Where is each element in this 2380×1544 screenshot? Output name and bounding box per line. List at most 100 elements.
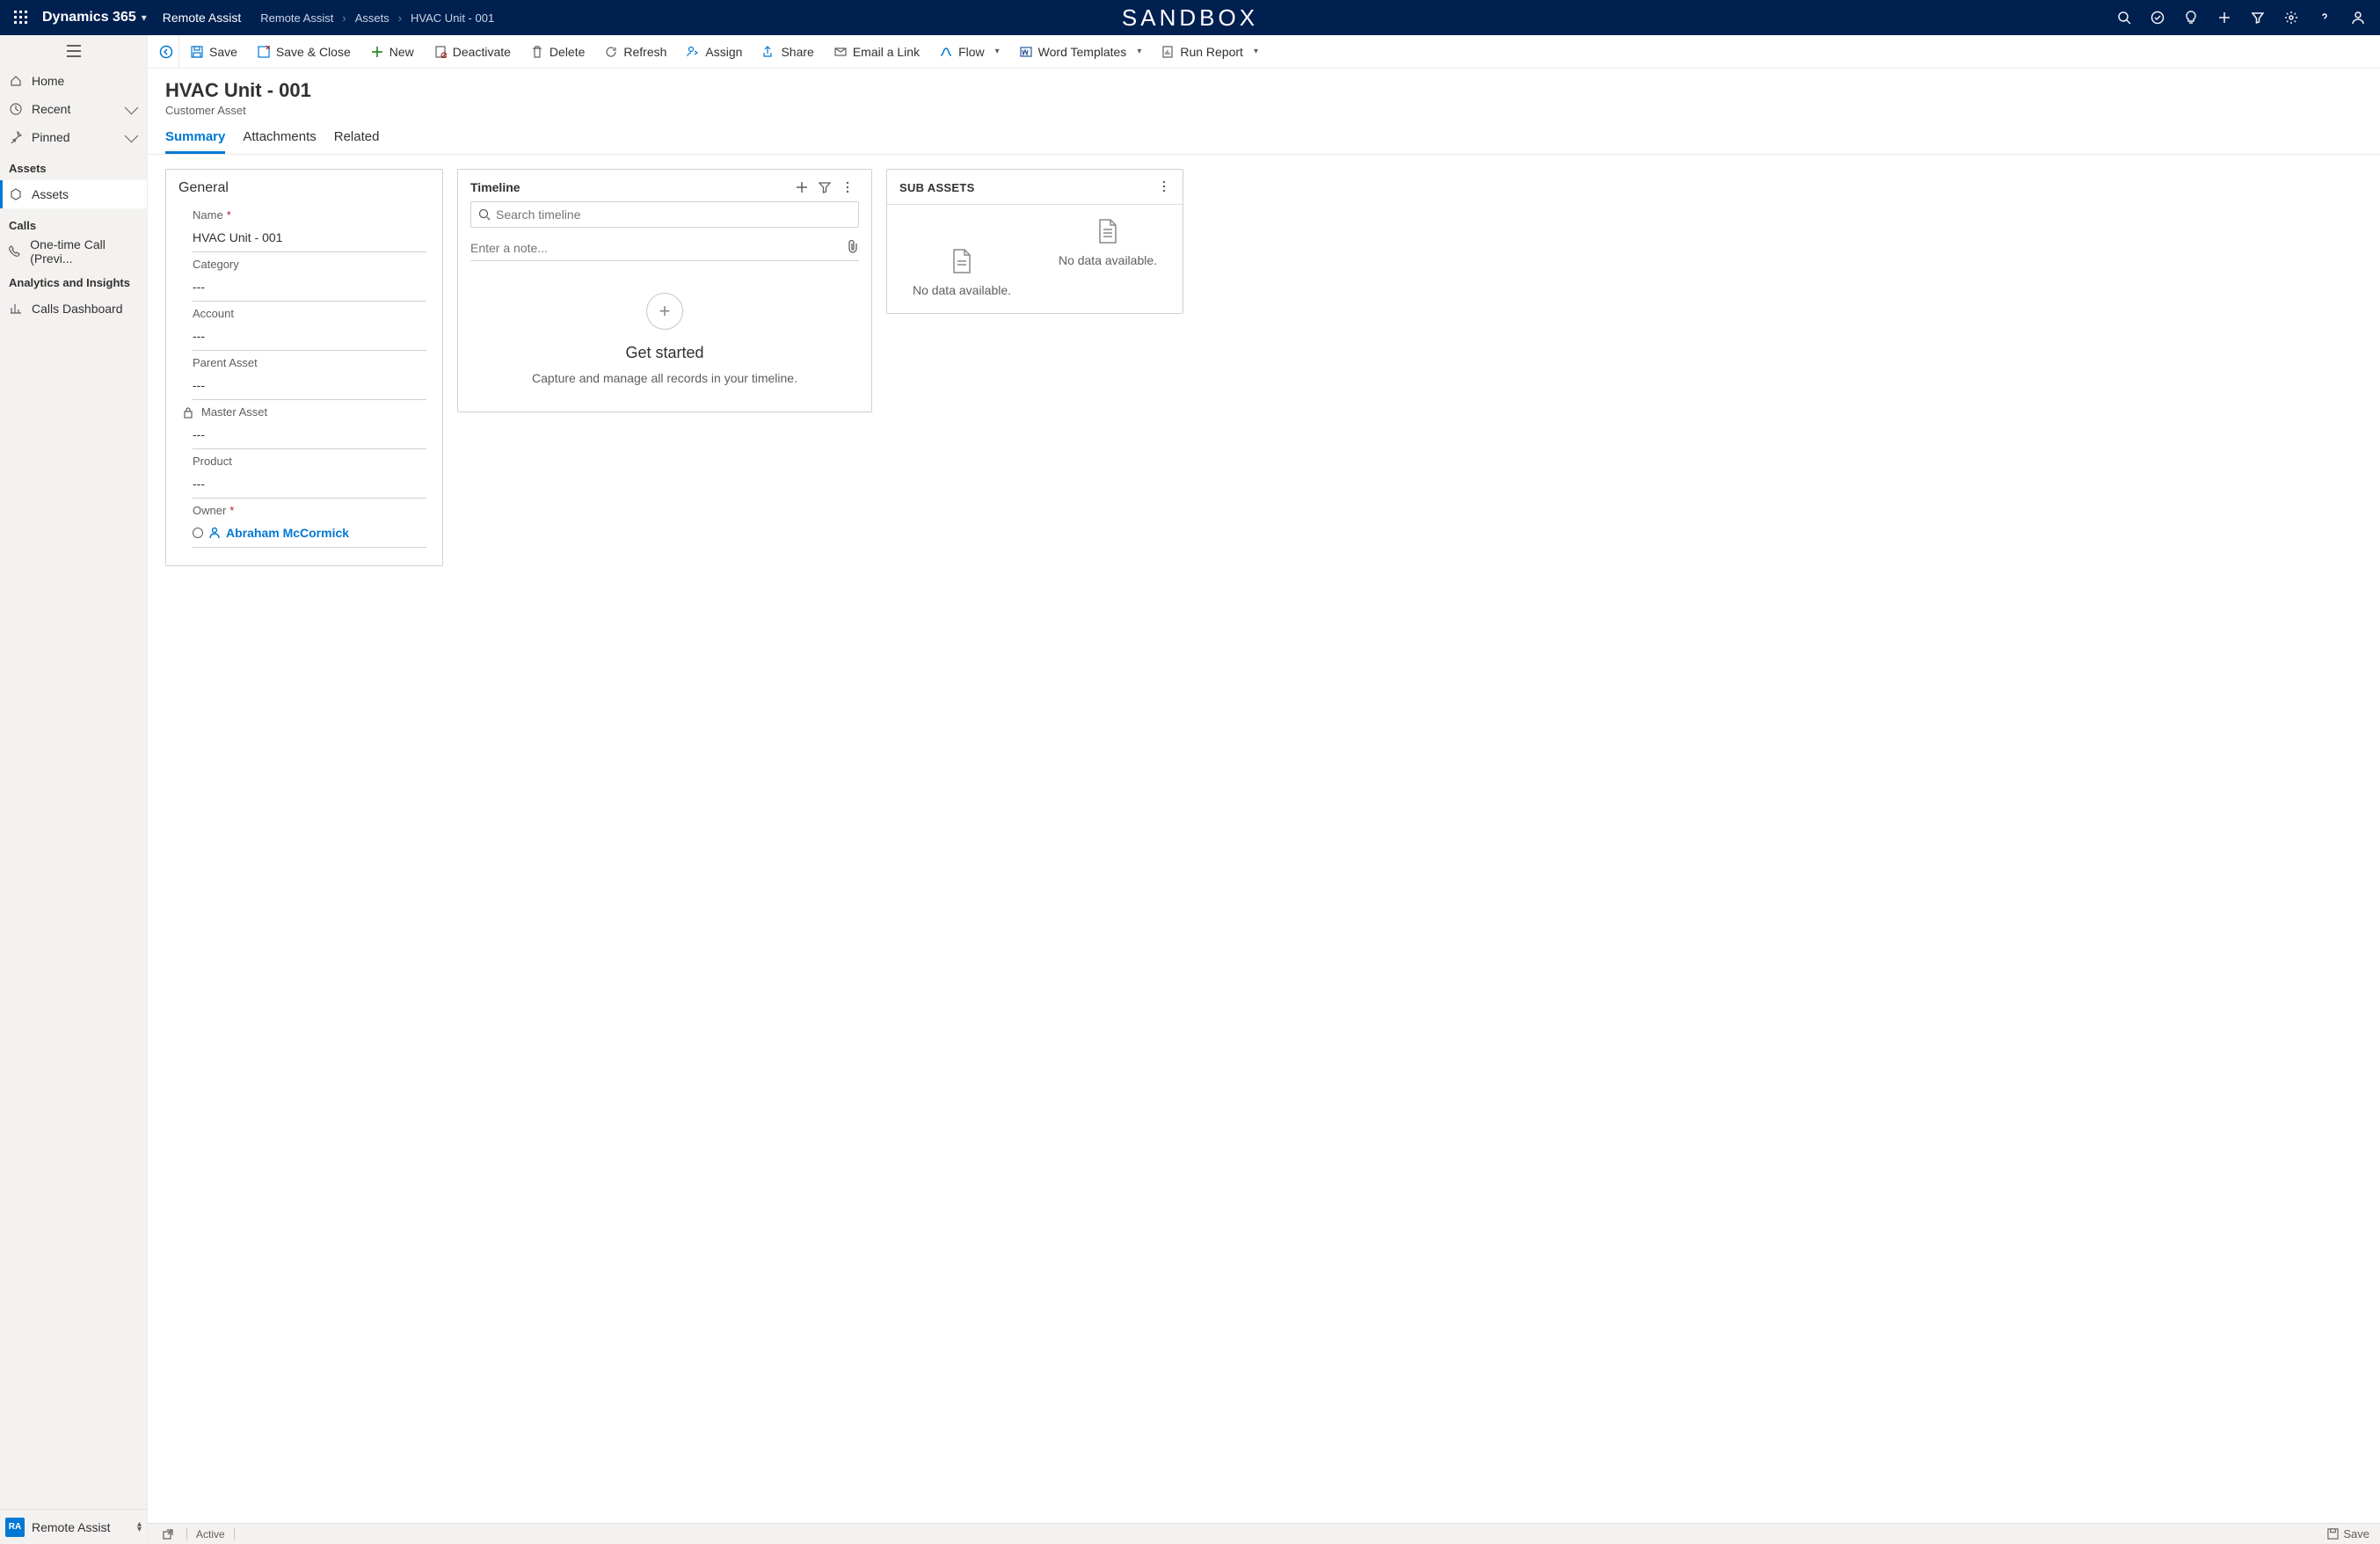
gear-icon[interactable] xyxy=(2276,3,2306,33)
pin-icon xyxy=(9,131,23,143)
plus-circle-icon[interactable]: + xyxy=(646,293,683,330)
nodata-text: No data available. xyxy=(899,283,1024,297)
nav-label: Home xyxy=(32,74,64,88)
nav-group-analytics: Analytics and Insights xyxy=(0,266,147,295)
attach-icon[interactable] xyxy=(847,239,859,256)
cmd-label: Delete xyxy=(550,45,585,59)
assign-button[interactable]: Assign xyxy=(677,35,751,68)
brand[interactable]: Dynamics 365 xyxy=(42,10,136,25)
help-icon[interactable] xyxy=(2310,3,2340,33)
timeline-empty: + Get started Capture and manage all rec… xyxy=(458,261,871,394)
divider xyxy=(234,1528,235,1540)
category-label: Category xyxy=(193,258,426,271)
save-close-button[interactable]: Save & Close xyxy=(248,35,360,68)
cmd-label: Assign xyxy=(705,45,742,59)
nav-one-time-call[interactable]: One-time Call (Previ... xyxy=(0,237,147,266)
timeline-title: Timeline xyxy=(470,180,790,194)
nav-label: Pinned xyxy=(32,130,70,144)
top-nav: Dynamics 365 ▾ Remote Assist Remote Assi… xyxy=(0,0,2380,35)
refresh-icon xyxy=(604,45,618,59)
sub-assets-col: No data available. xyxy=(1045,219,1170,267)
file-icon xyxy=(1097,219,1118,244)
updown-icon: ▴▾ xyxy=(137,1522,142,1533)
save-button[interactable]: Save xyxy=(181,35,246,68)
tab-attachments[interactable]: Attachments xyxy=(243,129,316,154)
cmd-label: Share xyxy=(781,45,813,59)
lightbulb-icon[interactable] xyxy=(2176,3,2206,33)
flow-button[interactable]: Flow▾ xyxy=(930,35,1008,68)
cmd-label: Run Report xyxy=(1180,45,1243,59)
page-title: HVAC Unit - 001 xyxy=(165,79,2362,102)
nav-home[interactable]: Home xyxy=(0,67,147,95)
refresh-button[interactable]: Refresh xyxy=(595,35,675,68)
home-icon xyxy=(9,75,23,87)
popout-icon[interactable] xyxy=(158,1529,178,1540)
product-field[interactable]: --- xyxy=(193,471,426,499)
filter-icon[interactable] xyxy=(2243,3,2273,33)
more-icon[interactable] xyxy=(836,181,859,193)
required-indicator: * xyxy=(227,208,231,222)
run-report-button[interactable]: Run Report ▾ xyxy=(1152,35,1267,68)
deactivate-button[interactable]: Deactivate xyxy=(425,35,520,68)
share-button[interactable]: Share xyxy=(753,35,822,68)
app-badge: RA xyxy=(5,1518,25,1537)
flow-icon xyxy=(939,45,953,59)
cmd-label: Refresh xyxy=(623,45,666,59)
master-asset-label: Master Asset xyxy=(201,405,267,419)
filter-icon[interactable] xyxy=(813,181,836,193)
deactivate-icon xyxy=(433,45,448,59)
person-icon xyxy=(208,527,221,539)
crumb-1[interactable]: Assets xyxy=(355,11,389,25)
chevron-right-icon: › xyxy=(398,11,402,25)
tab-summary[interactable]: Summary xyxy=(165,129,225,154)
user-icon[interactable] xyxy=(2343,3,2373,33)
trash-icon xyxy=(530,45,544,59)
nav-app-switcher[interactable]: RA Remote Assist ▴▾ xyxy=(0,1509,147,1544)
nav-assets[interactable]: Assets xyxy=(0,180,147,208)
app-launcher-icon[interactable] xyxy=(7,4,35,32)
save-close-icon xyxy=(257,45,271,59)
timeline-search-input[interactable] xyxy=(496,208,851,222)
assign-icon xyxy=(686,45,700,59)
nav-pinned[interactable]: Pinned xyxy=(0,123,147,151)
note-input[interactable] xyxy=(470,241,847,255)
timeline-search[interactable] xyxy=(470,201,859,228)
nav-label: Assets xyxy=(32,187,69,201)
plus-icon[interactable] xyxy=(2209,3,2239,33)
chevron-down-icon: ▾ xyxy=(1137,47,1141,56)
owner-field[interactable]: Abraham McCormick xyxy=(193,521,426,548)
search-icon[interactable] xyxy=(2109,3,2139,33)
general-title: General xyxy=(166,170,442,203)
word-templates-button[interactable]: Word Templates▾ xyxy=(1010,35,1151,68)
crumb-0[interactable]: Remote Assist xyxy=(260,11,333,25)
search-icon xyxy=(478,208,491,221)
crumb-2[interactable]: HVAC Unit - 001 xyxy=(411,11,494,25)
sub-assets-col: No data available. xyxy=(899,219,1024,297)
add-icon[interactable] xyxy=(790,181,813,193)
hamburger-icon[interactable] xyxy=(0,35,147,67)
app-name[interactable]: Remote Assist xyxy=(163,11,241,25)
account-field[interactable]: --- xyxy=(193,324,426,351)
go-back-icon[interactable] xyxy=(153,35,179,68)
environment-label: SANDBOX xyxy=(1122,4,1258,32)
breadcrumb: Remote Assist › Assets › HVAC Unit - 001 xyxy=(260,11,494,25)
record-subtitle: Customer Asset xyxy=(165,104,2362,117)
more-icon[interactable] xyxy=(1158,180,1170,195)
status-save-button[interactable]: Save xyxy=(2327,1527,2369,1540)
nav-calls-dashboard[interactable]: Calls Dashboard xyxy=(0,295,147,323)
chevron-down-icon: ▾ xyxy=(1254,47,1258,56)
chevron-down-icon[interactable]: ▾ xyxy=(142,11,147,24)
panels: General Name* HVAC Unit - 001 Category -… xyxy=(148,155,2380,1523)
presence-icon xyxy=(193,528,203,538)
parent-asset-field[interactable]: --- xyxy=(193,373,426,400)
tab-related[interactable]: Related xyxy=(334,129,380,154)
file-icon xyxy=(951,249,972,273)
name-field[interactable]: HVAC Unit - 001 xyxy=(193,225,426,252)
email-link-button[interactable]: Email a Link xyxy=(825,35,928,68)
status-state: Active xyxy=(196,1528,225,1540)
new-button[interactable]: New xyxy=(361,35,423,68)
category-field[interactable]: --- xyxy=(193,274,426,302)
delete-button[interactable]: Delete xyxy=(521,35,593,68)
task-icon[interactable] xyxy=(2143,3,2173,33)
nav-recent[interactable]: Recent xyxy=(0,95,147,123)
